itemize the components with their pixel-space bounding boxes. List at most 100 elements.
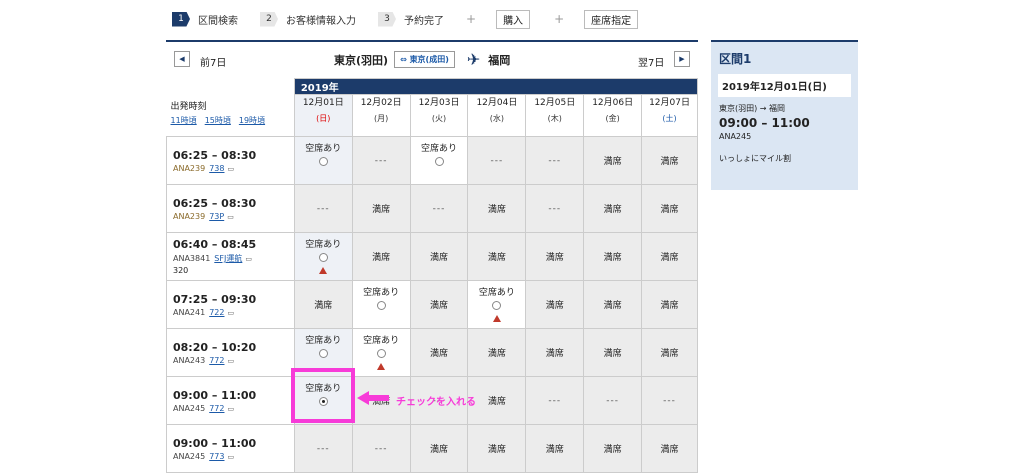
seat-full-cell: 満席 (525, 424, 585, 473)
aircraft-link[interactable]: 773 (209, 452, 224, 461)
seat-full-cell: 満席 (467, 328, 527, 377)
aircraft-link[interactable]: 772 (209, 404, 224, 413)
flight-number: ANA245 (173, 403, 206, 413)
seat-full-cell: 満席 (583, 280, 643, 329)
step-2: 2 お客様情報入力 (260, 11, 356, 27)
availability-label: 満席 (430, 253, 449, 263)
time-jump-link[interactable]: 15時頃 (205, 116, 231, 125)
flight-number: ANA239 (173, 211, 206, 221)
availability-label: --- (432, 203, 446, 214)
next-week-button[interactable]: ▶ (674, 51, 690, 67)
chevron-left-icon: ◀ (179, 55, 185, 63)
no-service-cell: --- (641, 376, 698, 425)
availability-label: --- (374, 443, 388, 454)
no-service-cell: --- (293, 424, 353, 473)
availability-label: 満席 (372, 253, 391, 263)
time-jump-link[interactable]: 19時頃 (239, 116, 265, 125)
segment-title: 区間1 (719, 52, 752, 66)
seat-full-cell: 満席 (641, 184, 698, 233)
date-label: 12月05日 (534, 98, 576, 108)
availability-label: 満席 (660, 301, 679, 311)
prev-week-label[interactable]: 前7日 (200, 54, 226, 69)
aircraft-link[interactable]: 738 (209, 164, 224, 173)
next-week-label[interactable]: 翌7日 (638, 54, 664, 69)
availability-label: 満席 (430, 301, 449, 311)
fare-radio[interactable] (318, 253, 328, 262)
date-label: 12月01日 (302, 98, 344, 108)
document-icon: ▭ (227, 356, 235, 365)
no-service-cell: --- (525, 136, 585, 185)
seat-full-cell: 満席 (641, 280, 698, 329)
fare-radio[interactable] (318, 349, 328, 358)
seat-full-cell: 満席 (525, 232, 585, 281)
date-header: 12月04日 (水) (467, 94, 527, 137)
availability-label: 満席 (314, 301, 333, 311)
availability-label: 満席 (603, 445, 622, 455)
flight-info: 09:00 – 11:00 ANA245 773 ▭ (166, 424, 295, 473)
aircraft-link[interactable]: 722 (209, 308, 224, 317)
no-service-cell: --- (525, 184, 585, 233)
availability-label: --- (316, 443, 330, 454)
fare-radio[interactable] (318, 157, 328, 166)
flight-number: ANA243 (173, 355, 206, 365)
document-icon: ▭ (227, 164, 235, 173)
segment-fare: いっしょにマイル割 (719, 154, 791, 163)
alt-airport-button[interactable]: ⇔ 東京(成田) (394, 51, 455, 68)
aircraft-link[interactable]: 73P (209, 212, 224, 221)
segment-route: 東京(羽田) → 福岡 (719, 104, 786, 113)
aircraft-link[interactable]: 772 (209, 356, 224, 365)
aircraft-link[interactable]: SFJ運航 (214, 254, 242, 263)
seat-available-cell[interactable]: 空席あり (351, 328, 411, 377)
departure-time-header: 出発時刻 11時頃 15時頃 19時頃 (166, 78, 295, 137)
seat-full-cell: 満席 (467, 376, 527, 425)
seat-available-cell[interactable]: 空席あり (409, 136, 469, 185)
document-icon: ▭ (227, 452, 235, 461)
availability-label: 満席 (603, 349, 622, 359)
fare-radio[interactable] (434, 157, 444, 166)
date-header: 12月05日 (木) (525, 94, 585, 137)
warning-triangle-icon (377, 363, 386, 370)
fare-radio[interactable] (376, 349, 386, 358)
availability-label: 満席 (487, 349, 506, 359)
arrow-left-icon (357, 391, 389, 405)
seat-full-cell: 満席 (525, 280, 585, 329)
availability-label: 満席 (660, 349, 679, 359)
fare-radio[interactable] (376, 301, 386, 310)
prev-week-button[interactable]: ◀ (174, 51, 190, 67)
aircraft-type: 320 (173, 266, 189, 275)
flight-number: ANA3841 (173, 254, 211, 263)
route-header: 東京(羽田) ⇔ 東京(成田) ✈ 福岡 (334, 50, 510, 69)
seat-full-cell: 満席 (583, 184, 643, 233)
fare-radio[interactable] (492, 301, 502, 310)
availability-label: 満席 (545, 445, 564, 455)
seat-available-cell[interactable]: 空席あり (351, 280, 411, 329)
flight-info: 08:20 – 10:20 ANA243 772 ▭ (166, 328, 295, 377)
no-service-cell: --- (351, 424, 411, 473)
seat-available-cell[interactable]: 空席あり (293, 136, 353, 185)
flight-row: 06:25 – 08:30 ANA239 738 ▭ 空席あり --- 空席あり --- ---… (166, 136, 698, 185)
step-label: 予約完了 (404, 15, 444, 27)
warning-triangle-icon (319, 267, 328, 274)
flight-availability-table: 出発時刻 11時頃 15時頃 19時頃 2019年 12月01日 (日) 12月02日 (… (166, 78, 699, 473)
annotation-text: チェックを入れる (396, 397, 476, 408)
flight-info: 06:40 – 08:45 ANA3841 SFJ運航 ▭ 320 (166, 232, 295, 281)
seat-full-cell: 満席 (409, 232, 469, 281)
flight-number: ANA245 (173, 451, 206, 461)
seat-full-cell: 満席 (351, 232, 411, 281)
flight-time: 07:25 – 09:30 (173, 292, 257, 306)
seat-available-cell[interactable]: 空席あり (467, 280, 527, 329)
no-service-cell: --- (583, 376, 643, 425)
seat-full-cell: 満席 (641, 232, 698, 281)
year-header: 2019年 (293, 78, 699, 95)
availability-label: --- (490, 155, 504, 166)
day-of-week: (金) (605, 114, 620, 123)
document-icon: ▭ (227, 308, 235, 317)
day-of-week: (水) (489, 114, 505, 123)
time-jump-link[interactable]: 11時頃 (171, 116, 197, 125)
alt-airport-label: 東京(成田) (409, 55, 449, 64)
date-nav-row: ◀ 前7日 東京(羽田) ⇔ 東京(成田) ✈ 福岡 翌7日 ▶ (166, 46, 698, 72)
seat-available-cell[interactable]: 空席あり (293, 232, 353, 281)
flight-row: 06:40 – 08:45 ANA3841 SFJ運航 ▭ 320 空席あり 満席 満席 満席 満… (166, 232, 698, 281)
document-icon: ▭ (227, 404, 235, 413)
flight-row: 06:25 – 08:30 ANA239 73P ▭ --- 満席 --- 満席 --- 満席 満席 (166, 184, 698, 233)
